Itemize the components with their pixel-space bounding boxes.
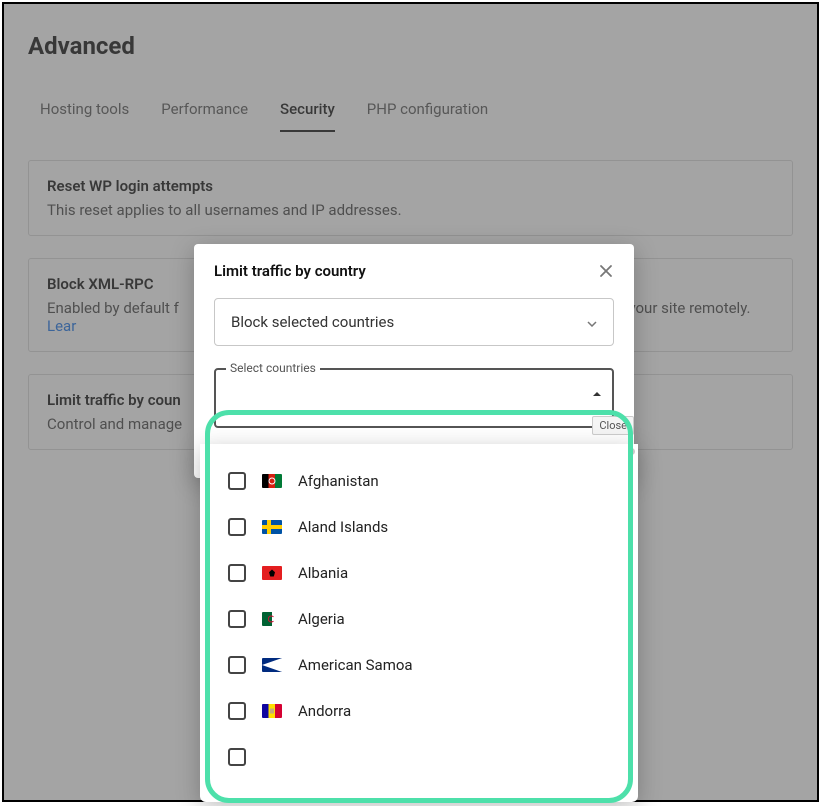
checkbox[interactable]: [228, 748, 246, 766]
tab-performance[interactable]: Performance: [161, 100, 248, 132]
scrollbar-thumb[interactable]: [628, 448, 635, 455]
flag-icon-american-samoa: [262, 658, 282, 672]
flag-icon-afghanistan: [262, 474, 282, 488]
learn-link[interactable]: Lear: [47, 317, 76, 335]
caret-down-icon: [587, 313, 597, 331]
country-option-afghanistan[interactable]: Afghanistan: [228, 458, 618, 504]
country-label: Albania: [298, 564, 348, 582]
checkbox[interactable]: [228, 610, 246, 628]
select-countries-field[interactable]: Select countries Close: [214, 368, 614, 428]
select-countries-legend: Select countries: [226, 361, 320, 375]
country-label: Andorra: [298, 702, 351, 720]
modal-title: Limit traffic by country: [214, 262, 366, 280]
country-option-andorra[interactable]: Andorra: [228, 688, 618, 734]
close-icon[interactable]: [598, 263, 614, 279]
checkbox[interactable]: [228, 472, 246, 490]
flag-icon-andorra: [262, 704, 282, 718]
checkbox[interactable]: [228, 656, 246, 674]
xmlrpc-desc-left: Enabled by default f: [47, 299, 179, 317]
country-label: Algeria: [298, 610, 345, 628]
close-tooltip: Close: [592, 416, 634, 435]
country-option-american-samoa[interactable]: American Samoa: [228, 642, 618, 688]
checkbox[interactable]: [228, 564, 246, 582]
caret-up-icon[interactable]: [592, 382, 602, 401]
tabs: Hosting tools Performance Security PHP c…: [28, 100, 793, 132]
country-option-algeria[interactable]: Algeria: [228, 596, 618, 642]
countries-search-input[interactable]: [228, 394, 574, 412]
tab-security[interactable]: Security: [280, 100, 335, 132]
flag-icon-albania: [262, 566, 282, 580]
xmlrpc-desc-right: g your site remotely.: [616, 299, 750, 317]
card-reset-login-desc: This reset applies to all usernames and …: [47, 201, 774, 219]
flag-icon-aland-islands: [262, 520, 282, 534]
countries-dropdown: Afghanistan Aland Islands Albania Algeri…: [200, 444, 638, 802]
card-reset-login: Reset WP login attempts This reset appli…: [28, 160, 793, 236]
country-option-aland-islands[interactable]: Aland Islands: [228, 504, 618, 550]
checkbox[interactable]: [228, 518, 246, 536]
flag-icon-algeria: [262, 612, 282, 626]
tab-hosting-tools[interactable]: Hosting tools: [40, 100, 129, 132]
country-option-albania[interactable]: Albania: [228, 550, 618, 596]
card-reset-login-title: Reset WP login attempts: [47, 177, 774, 195]
country-label: Afghanistan: [298, 472, 379, 490]
page-title: Advanced: [28, 32, 793, 60]
country-label: Aland Islands: [298, 518, 388, 536]
mode-select[interactable]: Block selected countries: [214, 298, 614, 346]
mode-select-value: Block selected countries: [231, 313, 394, 331]
checkbox[interactable]: [228, 702, 246, 720]
limit-traffic-modal: Limit traffic by country Block selected …: [194, 244, 634, 478]
tab-php-configuration[interactable]: PHP configuration: [367, 100, 488, 132]
country-label: American Samoa: [298, 656, 413, 674]
country-option-partial[interactable]: [228, 734, 618, 766]
